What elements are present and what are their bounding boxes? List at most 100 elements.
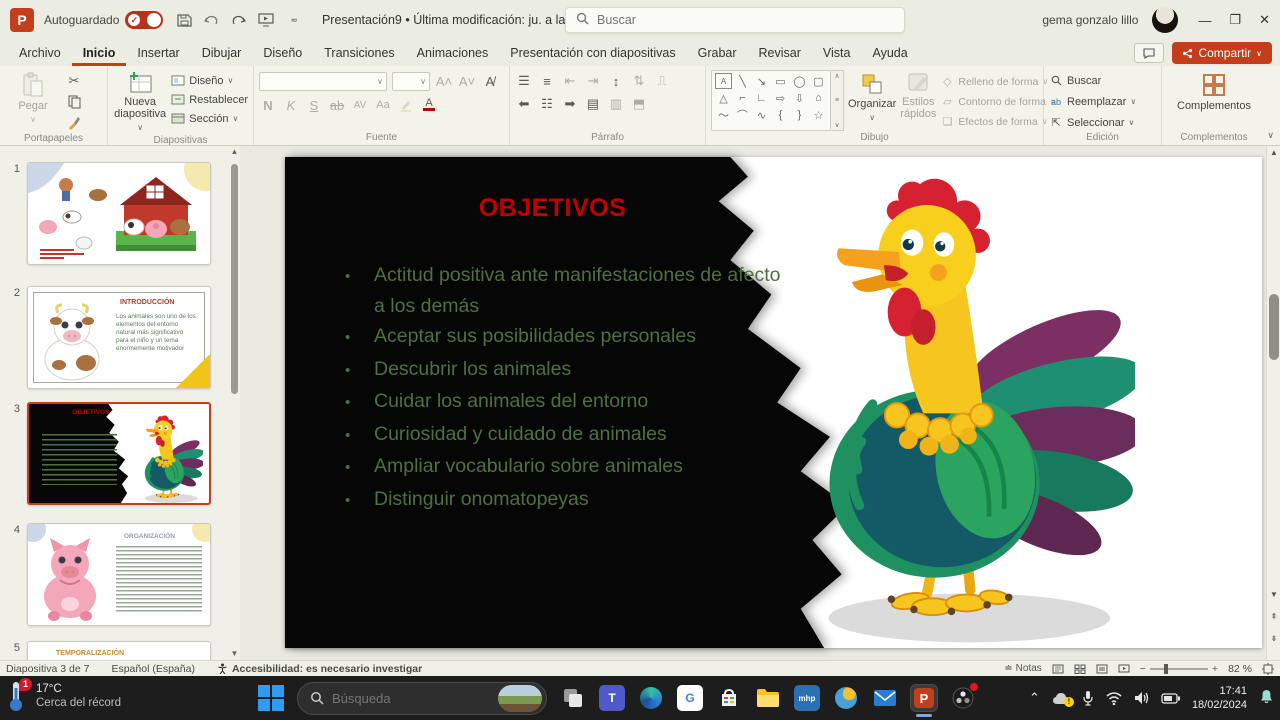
scroll-down-icon[interactable]: ▼ [230, 648, 239, 660]
taskbar-search[interactable] [297, 681, 547, 715]
font-name-select[interactable]: ∨ [259, 72, 387, 91]
mhp-app-icon[interactable]: mhp [794, 685, 820, 711]
font-size-select[interactable]: ∨ [392, 72, 430, 91]
rounded-rect-shape-icon[interactable]: ▢ [810, 73, 827, 89]
comments-button[interactable] [1134, 43, 1165, 63]
language-selector[interactable]: Español (España) [111, 663, 194, 675]
slide-sorter-view-button[interactable] [1074, 664, 1086, 674]
slide-layout-button[interactable]: Diseño ∨ [171, 72, 248, 89]
format-painter-icon[interactable] [65, 114, 83, 132]
tab-diseno[interactable]: Diseño [252, 42, 313, 66]
thumbnail-item-3[interactable]: 3 OBJETIVOS [4, 402, 211, 505]
start-button[interactable] [258, 685, 284, 711]
reset-slide-button[interactable]: Restablecer [171, 91, 248, 108]
notes-button[interactable]: ≐ Notas [1004, 663, 1042, 674]
bullet-list-icon[interactable]: ☰ [515, 72, 533, 90]
select-button[interactable]: ⇱ Seleccionar ∨ [1049, 114, 1156, 131]
bold-button[interactable]: N [259, 96, 277, 114]
restore-button[interactable]: ❐ [1229, 12, 1241, 28]
accessibility-status[interactable]: Accesibilidad: es necesario investigar [217, 663, 422, 675]
change-case-button[interactable]: Aa [374, 96, 392, 114]
scroll-up-icon[interactable]: ▲ [230, 146, 239, 158]
minimize-button[interactable]: — [1198, 13, 1211, 28]
text-box-shape-icon[interactable]: A [715, 73, 732, 89]
thumbnail-slide-3-selected[interactable]: OBJETIVOS [27, 402, 211, 505]
thumbnail-item-5[interactable]: 5 TEMPORALIZACIÓN [4, 641, 211, 660]
down-arrow-shape-icon[interactable]: ⇩ [791, 90, 808, 106]
current-slide[interactable]: OBJETIVOS Actitud positiva ante manifest… [285, 157, 1262, 648]
undo-icon[interactable] [204, 13, 219, 28]
right-brace-shape-icon[interactable]: } [791, 107, 808, 123]
tab-ayuda[interactable]: Ayuda [861, 42, 918, 66]
tab-grabar[interactable]: Grabar [687, 42, 748, 66]
replace-button[interactable]: ab Reemplazar ∨ [1049, 93, 1156, 110]
fit-slide-button[interactable] [1262, 662, 1274, 675]
close-button[interactable]: ✕ [1259, 12, 1270, 28]
teams-icon[interactable]: T [599, 685, 625, 711]
avatar[interactable] [1152, 7, 1179, 33]
smartart-icon[interactable]: ⬒ [630, 95, 648, 113]
file-explorer-icon[interactable] [755, 685, 781, 711]
zoom-slider[interactable]: − + [1140, 663, 1218, 675]
oval-shape-icon[interactable]: ◯ [791, 73, 808, 89]
character-spacing-button[interactable]: AV [351, 96, 369, 114]
search-input[interactable] [597, 13, 894, 27]
scrollbar-thumb[interactable] [231, 164, 238, 394]
clock[interactable]: 17:41 18/02/2024 [1192, 684, 1247, 712]
columns-icon[interactable]: ▥ [607, 95, 625, 113]
autosave-control[interactable]: Autoguardado ✓ [44, 11, 164, 29]
zoom-track[interactable] [1149, 663, 1208, 674]
tab-presentacion[interactable]: Presentación con diapositivas [499, 42, 686, 66]
line-shape-icon[interactable]: ╲ [734, 73, 751, 89]
help-app-icon[interactable] [833, 685, 859, 711]
right-arrow-shape-icon[interactable]: ⇨ [772, 90, 789, 106]
customize-qat-icon[interactable]: ≂ [290, 15, 298, 26]
taskbar-search-input[interactable] [332, 690, 482, 706]
thumbnail-slide-2[interactable]: INTRODUCCIÓN Los animales son uno de los… [27, 286, 211, 389]
next-slide-icon[interactable]: ⇟ [1267, 632, 1280, 646]
italic-button[interactable]: K [282, 96, 300, 114]
tab-revisar[interactable]: Revisar [748, 42, 812, 66]
gallery-more-icon[interactable]: ≡ [835, 97, 839, 104]
redo-icon[interactable] [231, 13, 247, 28]
numbered-list-icon[interactable]: ≡ [538, 72, 556, 90]
star-shape-icon[interactable]: ☆ [810, 107, 827, 123]
scroll-down-icon[interactable]: ∨ [834, 121, 839, 129]
shape-effects-button[interactable]: ❑ Efectos de forma ∨ [940, 113, 1055, 130]
thumbnail-slide-1[interactable] [27, 162, 211, 265]
strikethrough-button[interactable]: ab [328, 96, 346, 114]
previous-slide-icon[interactable]: ⇞ [1267, 610, 1280, 624]
shapes-gallery[interactable]: A ╲ ↘ ▭ ◯ ▢ △ ⌐ ∟ ⇨ ⇩ ⌂ 〜 ⌒ ∿ { } ☆ [711, 70, 831, 131]
slideshow-view-button[interactable] [1118, 664, 1130, 674]
arrange-button[interactable]: Organizar ∨ [848, 70, 896, 131]
addins-button[interactable]: Complementos [1167, 70, 1261, 112]
slide-position[interactable]: Diapositiva 3 de 7 [6, 663, 89, 675]
decrease-font-icon[interactable]: A˅ [458, 73, 476, 91]
tab-insertar[interactable]: Insertar [126, 42, 190, 66]
zoom-level[interactable]: 82 % [1228, 663, 1252, 675]
scroll-up-icon[interactable]: ▲ [1267, 146, 1280, 160]
scroll-down-icon[interactable]: ▼ [1267, 588, 1280, 602]
thumbnail-scrollbar[interactable]: ▲ ▼ [230, 146, 239, 660]
slide-title[interactable]: OBJETIVOS [405, 194, 700, 223]
edge-icon[interactable] [638, 685, 664, 711]
scroll-up-icon[interactable]: ∧ [834, 72, 839, 80]
section-button[interactable]: Sección ∨ [171, 110, 248, 127]
scrollbar-thumb[interactable] [1269, 294, 1279, 360]
task-view-button[interactable] [560, 685, 586, 711]
tab-animaciones[interactable]: Animaciones [406, 42, 500, 66]
highlight-pen-icon[interactable] [397, 96, 415, 114]
share-button[interactable]: Compartir ∨ [1172, 42, 1272, 64]
paste-button[interactable]: Pegar ∨ [5, 70, 61, 132]
start-slideshow-icon[interactable] [258, 13, 275, 27]
wifi-icon[interactable] [1106, 691, 1122, 705]
normal-view-button[interactable] [1052, 664, 1064, 674]
copy-icon[interactable] [65, 93, 83, 111]
zoom-handle[interactable] [1163, 663, 1168, 674]
powerpoint-app-icon[interactable]: P [10, 8, 34, 32]
obs-icon[interactable] [950, 683, 978, 711]
tab-dibujar[interactable]: Dibujar [191, 42, 253, 66]
align-text-icon[interactable]: ⎍ [653, 72, 671, 90]
battery-icon[interactable] [1161, 692, 1180, 704]
justify-icon[interactable]: ▤ [584, 95, 602, 113]
